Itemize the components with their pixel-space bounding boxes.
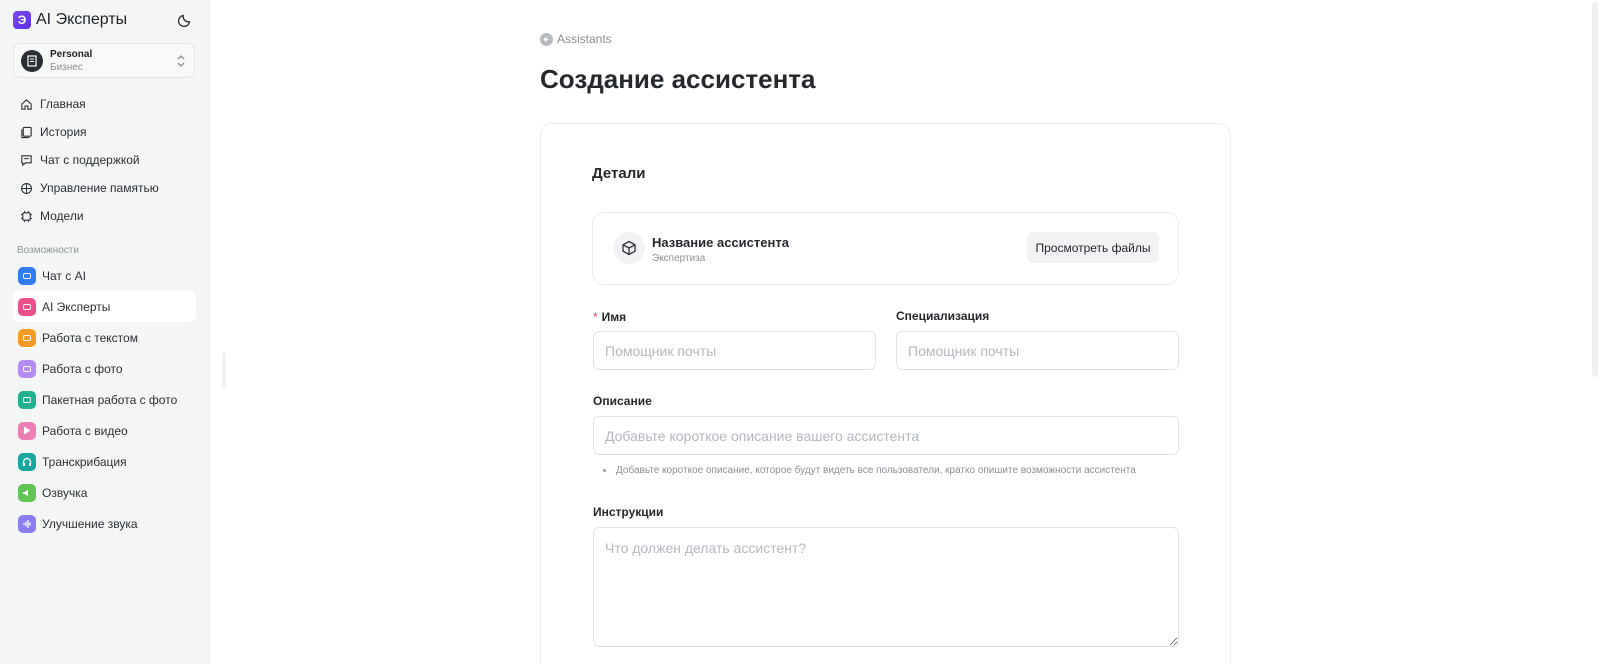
photo-work-icon — [18, 359, 36, 378]
instructions-field-label: Инструкции — [593, 505, 664, 519]
chevron-up-down-icon — [177, 55, 185, 67]
headphones-icon — [18, 452, 36, 471]
feature-video[interactable]: Работа с видео — [13, 415, 196, 446]
scrollbar-thumb[interactable] — [1592, 2, 1598, 377]
description-hint-text: Добавьте короткое описание, которое буду… — [616, 465, 1136, 476]
home-icon — [21, 98, 32, 110]
nav-item-label: Управление памятью — [40, 181, 159, 195]
feature-label: Работа с текстом — [42, 330, 138, 345]
feature-photo[interactable]: Работа с фото — [13, 353, 196, 384]
arrow-left-icon — [540, 32, 553, 46]
feature-ai-experts[interactable]: AI Эксперты — [13, 291, 196, 322]
feature-chat-ai[interactable]: Чат с AI — [13, 260, 196, 291]
account-avatar — [21, 50, 43, 72]
details-section-title: Детали — [592, 165, 646, 182]
description-hint: Добавьте короткое описание, которое буду… — [603, 465, 1136, 476]
ai-experts-icon — [18, 297, 36, 316]
main-nav: Главная История Чат с поддержкой Управле… — [13, 90, 195, 230]
features-section-label: Возможности — [17, 245, 79, 256]
support-chat-icon — [21, 154, 32, 166]
page-title: Создание ассистента — [540, 64, 816, 94]
assistant-preview-subtitle: Экспертиза — [652, 253, 706, 264]
nav-item-label: Модели — [40, 209, 84, 223]
nav-item-support-chat[interactable]: Чат с поддержкой — [13, 146, 195, 174]
models-icon — [20, 210, 33, 222]
feature-label: AI Эксперты — [42, 299, 111, 314]
dark-mode-toggle-icon[interactable] — [178, 11, 194, 27]
cube-icon — [613, 232, 645, 264]
nav-item-history[interactable]: История — [13, 118, 195, 146]
hint-bullet — [603, 469, 606, 472]
feature-label: Чат с AI — [42, 268, 86, 283]
feature-transcription[interactable]: Транскрибация — [13, 446, 196, 477]
nav-item-label: История — [40, 125, 87, 139]
building-icon — [27, 55, 37, 67]
text-work-icon — [18, 328, 36, 347]
instructions-textarea[interactable] — [593, 527, 1179, 647]
account-plan: Бизнес — [50, 62, 83, 73]
app-title: AI Эксперты — [36, 11, 128, 28]
feature-label: Работа с фото — [42, 361, 123, 376]
features-list: Чат с AI AI Эксперты Работа с текстом Ра… — [13, 260, 196, 539]
account-name: Personal — [50, 49, 93, 60]
name-label-text: Имя — [601, 310, 627, 324]
breadcrumb-back-link[interactable]: Assistants — [540, 32, 612, 46]
brand-logo-icon: Э — [13, 11, 31, 29]
name-input[interactable] — [593, 331, 876, 370]
specialization-input[interactable] — [896, 331, 1179, 370]
breadcrumb-label: Assistants — [557, 32, 612, 46]
batch-photo-icon — [18, 390, 36, 409]
nav-item-models[interactable]: Модели — [13, 202, 195, 230]
nav-item-memory[interactable]: Управление памятью — [13, 174, 195, 202]
assistant-preview: Название ассистента Экспертиза Просмотре… — [592, 212, 1179, 285]
nav-item-home[interactable]: Главная — [13, 90, 195, 118]
feature-label: Транскрибация — [42, 454, 127, 469]
feature-voiceover[interactable]: Озвучка — [13, 477, 196, 508]
sidebar-collapse-handle[interactable] — [222, 352, 226, 390]
feature-label: Работа с видео — [42, 423, 128, 438]
voiceover-icon — [18, 483, 36, 502]
history-icon — [21, 126, 32, 138]
description-input[interactable] — [593, 416, 1179, 455]
nav-item-label: Главная — [40, 97, 86, 111]
sidebar: Э AI Эксперты Personal Бизнес Главная Ис… — [0, 0, 210, 664]
memory-icon — [21, 182, 32, 194]
feature-label: Улучшение звука — [42, 516, 138, 531]
sound-wave-icon — [18, 514, 36, 533]
video-play-icon — [18, 421, 36, 440]
nav-item-label: Чат с поддержкой — [40, 153, 140, 167]
assistant-preview-name: Название ассистента — [652, 235, 789, 250]
view-files-button[interactable]: Просмотреть файлы — [1027, 232, 1159, 263]
description-field-label: Описание — [593, 394, 652, 408]
feature-label: Пакетная работа с фото — [42, 392, 178, 407]
specialization-field-label: Специализация — [896, 309, 990, 323]
feature-label: Озвучка — [42, 485, 88, 500]
account-switcher[interactable]: Personal Бизнес — [13, 43, 195, 78]
feature-batch-photo[interactable]: Пакетная работа с фото — [13, 384, 196, 415]
page-scrollbar[interactable] — [1588, 0, 1600, 664]
brand[interactable]: Э AI Эксперты — [13, 10, 127, 30]
required-mark: * — [593, 310, 598, 324]
chat-ai-icon — [18, 266, 36, 285]
feature-sound-enhance[interactable]: Улучшение звука — [13, 508, 196, 539]
name-field-label: * Имя — [593, 310, 626, 324]
feature-text[interactable]: Работа с текстом — [13, 322, 196, 353]
